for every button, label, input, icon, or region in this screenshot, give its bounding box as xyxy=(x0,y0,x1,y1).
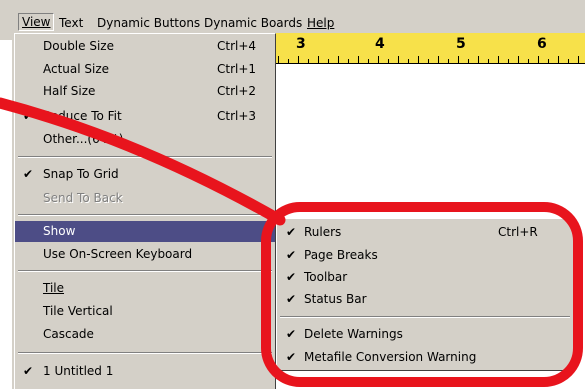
annotation-arrow-line xyxy=(0,97,286,226)
annotation-highlight-circle xyxy=(261,202,583,387)
annotation-overlay xyxy=(0,97,583,387)
